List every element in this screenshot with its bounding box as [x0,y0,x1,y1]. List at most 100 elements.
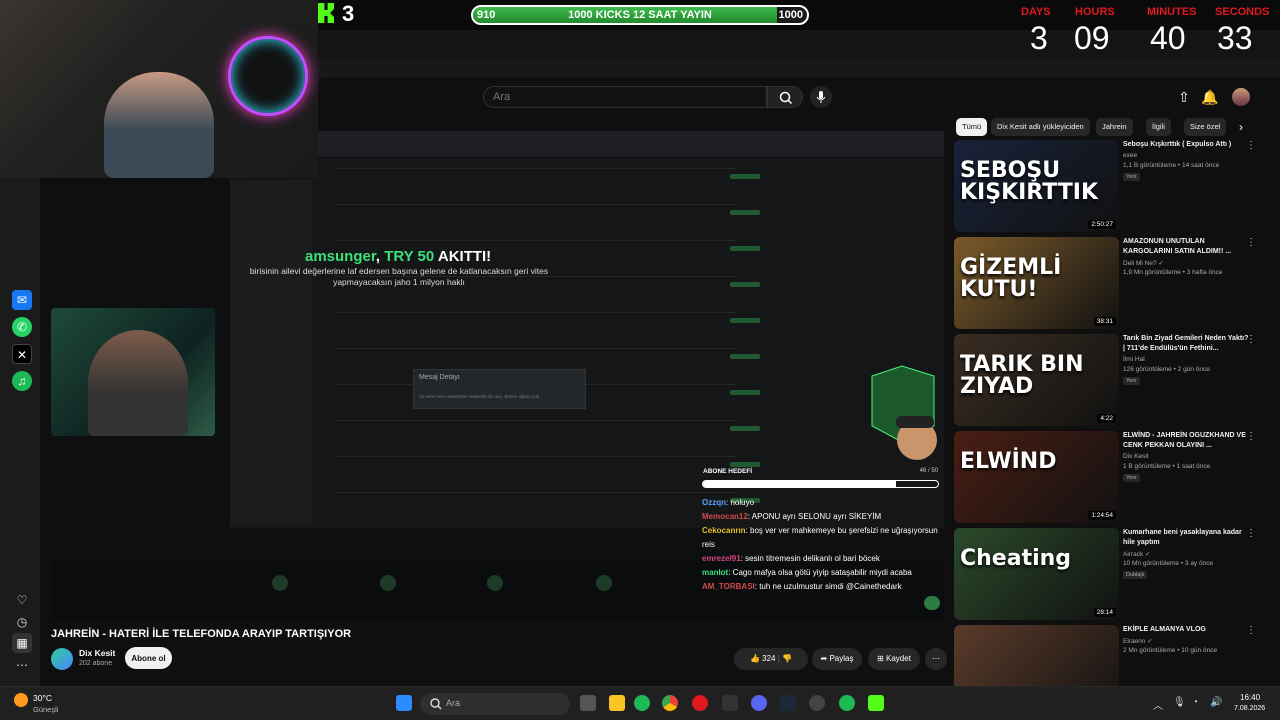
recommendation-channel[interactable]: Dix Kesit [1123,453,1149,460]
streamer-avatar-overlay [862,364,942,474]
heart-icon[interactable]: ♡ [12,590,32,610]
spotify-taskbar-icon-2[interactable] [839,695,855,711]
inner-row-status [730,246,760,251]
filter-chip[interactable]: Tümü [956,118,988,136]
donation-sep: , [375,248,385,265]
donation-amount: TRY 50 [384,248,435,265]
video-inner-sidebar [230,180,312,525]
recommendation-menu-icon[interactable]: ⋮ [1246,237,1256,248]
more-icon[interactable]: ⋯ [12,655,32,675]
x-icon[interactable]: ✕ [12,344,32,364]
weather-temperature[interactable]: 30°C [33,693,52,703]
recommendation-menu-icon[interactable]: ⋮ [1246,431,1256,442]
video-duration: 2:50:27 [1088,220,1116,229]
recommendation-badge: Yeni [1123,173,1140,181]
filter-chip[interactable]: Size özel [1184,118,1227,136]
tray-mic-icon[interactable]: 🎙 [1173,697,1186,708]
apps-icon[interactable]: ▦ [12,633,32,653]
app-side-rail: ✉ ✆ ✕ ♫ ♡ ◷ ▦ ⋯ [0,178,40,686]
search-button[interactable] [767,86,803,108]
tray-volume-icon[interactable]: 🔊 [1210,697,1222,708]
recommendation-menu-icon[interactable]: ⋮ [1246,528,1256,539]
file-explorer-icon[interactable] [609,695,625,711]
recommendation-channel[interactable]: Airrack ✓ [1123,550,1150,558]
upload-icon[interactable]: ⇧ [1175,88,1193,106]
kick-taskbar-icon[interactable] [868,695,884,711]
browser-bookmarks-bar [318,58,1280,78]
voice-search-button[interactable] [810,86,832,108]
chat-button[interactable] [924,596,940,610]
epic-games-icon[interactable] [722,695,738,711]
recommendation-card[interactable]: TARIK BIN ZIYAD 4:22 Tarık Bin Ziyad Gemil… [954,334,1274,426]
discord-icon[interactable] [751,695,767,711]
recommendation-card[interactable]: GİZEMLİ KUTU! 38:31 AMAZONUN UNUTULAN KARG… [954,237,1274,329]
channel-avatar[interactable] [51,648,73,670]
whatsapp-icon[interactable]: ✆ [12,317,32,337]
chat-username: Memocan12 [702,512,748,521]
recommendation-card[interactable]: ELWİND 1:24:54 ELWİND - JAHREİN OGUZKHAND … [954,431,1274,523]
chat-username: Ozzqn [702,498,726,507]
more-actions-button[interactable]: ⋯ [925,648,947,670]
recommendation-title[interactable]: Seboşu Kışkırttık ( Expulso Attı ) [1123,140,1249,150]
recommendation-title[interactable]: ELWİND - JAHREİN OGUZKHAND VE CENK PEKKA… [1123,431,1249,451]
chrome-icon[interactable] [662,695,678,711]
account-avatar[interactable] [1232,88,1250,106]
subscriber-goal-bar [702,480,939,488]
video-thumbnail[interactable]: Cheating 28:14 [954,528,1119,620]
recommendation-channel[interactable]: Deli Mi Ne? ✓ [1123,259,1164,267]
recommendation-menu-icon[interactable]: ⋮ [1246,334,1256,345]
video-thumbnail[interactable]: TARIK BIN ZIYAD 4:22 [954,334,1119,426]
share-button[interactable]: ➦ Paylaş [812,648,862,670]
notifications-icon[interactable]: 🔔 [1201,88,1219,106]
dislike-icon[interactable]: 👎 [782,654,792,663]
recommendation-meta: 2 Mn görüntüleme • 10 gün önce [1123,647,1218,654]
video-duration: 28:14 [1093,608,1116,617]
recommendation-title[interactable]: EKİPLE ALMANYA VLOG [1123,625,1249,635]
recommendation-channel[interactable]: Elraenn ✓ [1123,637,1153,645]
subscribe-button[interactable]: Abone ol [125,647,172,669]
video-thumbnail[interactable]: SEBOŞU KIŞKIRTTIK 2:50:27 [954,140,1119,232]
recommendation-menu-icon[interactable]: ⋮ [1246,140,1256,151]
taskbar-search[interactable]: Ara [420,693,570,715]
recommendation-card[interactable]: SEBOŞU KIŞKIRTTIK 2:50:27 Seboşu Kışkırttı… [954,140,1274,232]
tray-chevron-icon[interactable]: ︿ [1153,697,1163,712]
like-dislike-button[interactable]: 👍 324 | 👎 [734,648,808,670]
steam-icon[interactable] [780,695,796,711]
recommendation-meta: 1,9 Mn görüntüleme • 3 hafta önce [1123,269,1223,276]
recommendation-channel[interactable]: İlmi Hal [1123,356,1145,363]
search-input[interactable] [493,91,753,103]
video-duration: 1:24:54 [1088,511,1116,520]
messenger-icon[interactable]: ✉ [12,290,32,310]
video-thumbnail[interactable]: GİZEMLİ KUTU! 38:31 [954,237,1119,329]
video-thumbnail[interactable]: ELWİND 1:24:54 [954,431,1119,523]
history-icon[interactable]: ◷ [12,612,32,632]
filter-chip[interactable]: Jahrein [1096,118,1133,136]
recommendation-channel[interactable]: exee [1123,152,1137,159]
recommendation-title[interactable]: Kumarhane beni yasaklayana kadar hile ya… [1123,528,1249,548]
subscriber-goal: ABONE HEDEFİ 46 / 50 [702,468,942,490]
clock-date[interactable]: 7.08.2026 [1234,705,1265,712]
filter-chip[interactable]: Dix Kesit adlı yükleyiciden [991,118,1090,136]
countdown-days: 3 [1030,20,1048,56]
chevron-right-icon[interactable]: › [1232,118,1250,136]
opera-icon[interactable] [692,695,708,711]
save-button[interactable]: ⊞ Kaydet [868,648,920,670]
recommendation-card[interactable]: Cheating 28:14 Kumarhane beni yasaklayana … [954,528,1274,620]
weather-description[interactable]: Güneşli [33,705,58,714]
obs-icon[interactable] [809,695,825,711]
webcam-streamer [104,72,214,178]
like-icon[interactable]: 👍 [750,654,760,663]
search-box[interactable] [483,86,767,108]
recommendation-menu-icon[interactable]: ⋮ [1246,625,1256,636]
channel-name[interactable]: Dix Kesit [79,648,115,658]
clock-time[interactable]: 16:40 [1240,693,1260,702]
recommendation-title[interactable]: Tarık Bin Ziyad Gemileri Neden Yaktı? | … [1123,334,1249,354]
filter-chip[interactable]: İlgili [1146,118,1171,136]
recommendation-title[interactable]: AMAZONUN UNUTULAN KARGOLARINI SATIN ALDI… [1123,237,1249,257]
taskview-icon[interactable] [580,695,596,711]
share-icon: ➦ [820,654,828,663]
spotify-taskbar-icon[interactable] [634,695,650,711]
windows-start-icon[interactable] [396,695,412,711]
tray-wifi-icon[interactable]: ◔ [1192,697,1198,708]
spotify-icon[interactable]: ♫ [12,371,32,391]
